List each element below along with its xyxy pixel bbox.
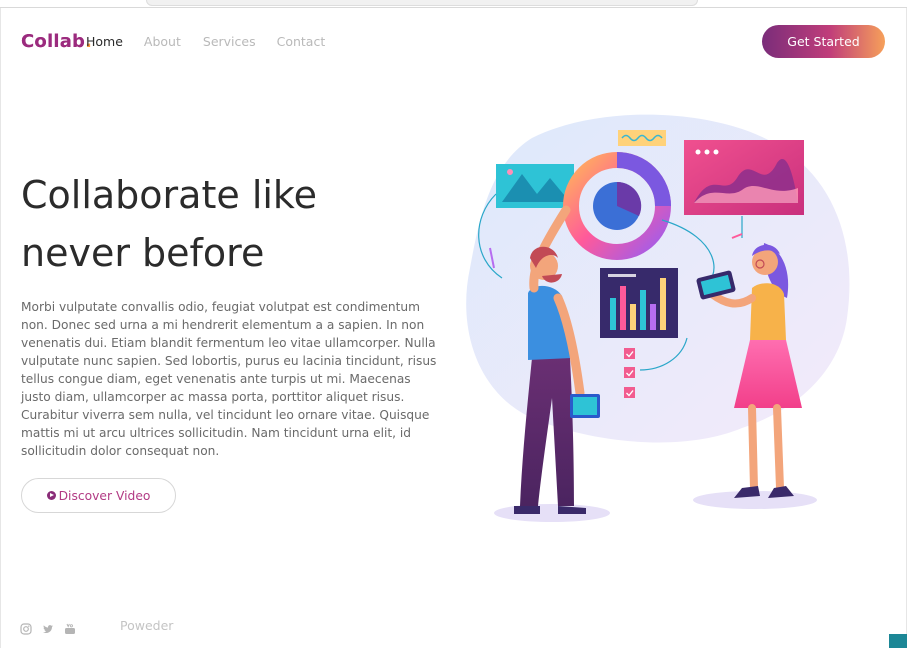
nav-home-link[interactable]: Home — [86, 34, 123, 49]
footer-credit: Poweder — [120, 618, 174, 633]
footer: Poweder — [20, 618, 174, 635]
nav-about-link[interactable]: About — [144, 34, 181, 49]
discover-video-label: Discover Video — [58, 488, 151, 503]
hero-title-line-2: never before — [21, 231, 265, 275]
collaboration-illustration — [466, 114, 850, 522]
window-top-border — [0, 7, 907, 8]
hero-title: Collaborate like never before — [21, 166, 381, 282]
window-left-border — [0, 8, 1, 648]
browser-tab-strip — [146, 0, 698, 6]
nav-services-link[interactable]: Services — [203, 34, 256, 49]
window-corner-accent — [889, 634, 907, 648]
play-circle-icon — [46, 491, 56, 500]
social-links — [20, 620, 76, 635]
main-nav: Home About Services Contact — [86, 34, 325, 49]
site-logo[interactable]: Collab. — [21, 31, 92, 52]
youtube-icon[interactable] — [64, 620, 76, 634]
logo-text: Collab — [21, 31, 86, 52]
nav-contact-link[interactable]: Contact — [277, 34, 326, 49]
twitter-icon[interactable] — [42, 620, 54, 633]
hero-description: Morbi vulputate convallis odio, feugiat … — [21, 300, 437, 458]
instagram-icon[interactable] — [20, 620, 32, 635]
discover-video-button[interactable]: Discover Video — [21, 478, 176, 513]
get-started-button[interactable]: Get Started — [762, 25, 885, 58]
hero-title-line-1: Collaborate like — [21, 173, 317, 217]
